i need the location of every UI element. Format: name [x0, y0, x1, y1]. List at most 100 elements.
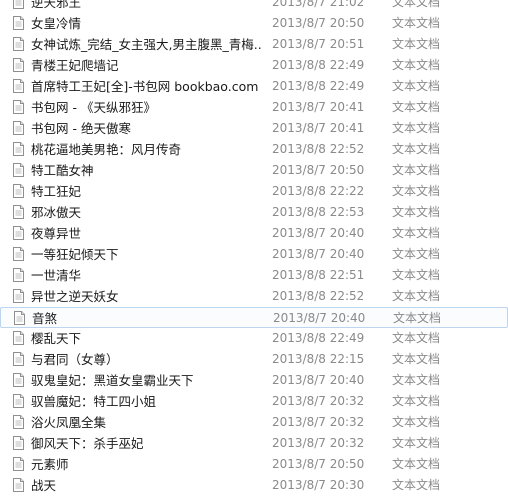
file-modified-date: 2013/8/7 20:41 — [272, 121, 365, 135]
file-row[interactable]: 与君同（女尊） 2013/8/8 22:15 文本文档 — [0, 349, 508, 370]
file-type: 文本文档 — [392, 394, 441, 408]
file-name: 书包网 - 《天纵邪狂》 — [31, 100, 156, 115]
text-document-icon — [13, 436, 24, 450]
file-type: 文本文档 — [392, 373, 441, 387]
text-document-icon — [14, 311, 25, 325]
file-name: 女皇冷情 — [31, 16, 82, 31]
file-type: 文本文档 — [392, 0, 441, 9]
file-row[interactable]: 书包网 - 绝天傲寒 2013/8/7 20:41 文本文档 — [0, 118, 508, 139]
file-name: 特工狂妃 — [31, 184, 82, 199]
file-type: 文本文档 — [392, 352, 441, 366]
file-type: 文本文档 — [392, 478, 441, 492]
file-modified-date: 2013/8/7 20:50 — [272, 16, 365, 30]
file-row[interactable]: 一等狂妃倾天下 2013/8/7 20:40 文本文档 — [0, 244, 508, 265]
file-modified-date: 2013/8/8 22:49 — [272, 58, 365, 72]
file-row[interactable]: 元素师 2013/8/7 20:50 文本文档 — [0, 454, 508, 475]
file-modified-date: 2013/8/7 20:50 — [272, 457, 365, 471]
text-document-icon — [13, 394, 24, 408]
file-name: 书包网 - 绝天傲寒 — [31, 121, 131, 136]
file-type: 文本文档 — [392, 121, 441, 135]
file-row[interactable]: 女皇冷情 2013/8/7 20:50 文本文档 — [0, 13, 508, 34]
file-modified-date: 2013/8/8 22:49 — [272, 331, 365, 345]
file-type: 文本文档 — [392, 436, 441, 450]
file-row[interactable]: 异世之逆天妖女 2013/8/8 22:52 文本文档 — [0, 286, 508, 307]
file-row[interactable]: 特工狂妃 2013/8/8 22:22 文本文档 — [0, 181, 508, 202]
file-row[interactable]: 一世清华 2013/8/8 22:51 文本文档 — [0, 265, 508, 286]
file-type: 文本文档 — [392, 247, 441, 261]
file-row[interactable]: 青楼王妃爬墙记 2013/8/8 22:49 文本文档 — [0, 55, 508, 76]
file-row[interactable]: 驭兽魔妃：特工四小姐 2013/8/7 20:32 文本文档 — [0, 391, 508, 412]
file-row[interactable]: 特工酷女神 2013/8/7 20:50 文本文档 — [0, 160, 508, 181]
file-type: 文本文档 — [393, 311, 442, 325]
file-modified-date: 2013/8/8 22:53 — [272, 205, 365, 219]
file-modified-date: 2013/8/7 20:40 — [272, 247, 365, 261]
file-modified-date: 2013/8/8 22:51 — [272, 268, 365, 282]
file-row[interactable]: 逆天邪王 2013/8/7 21:02 文本文档 — [0, 0, 508, 13]
text-document-icon — [13, 184, 24, 198]
file-row[interactable]: 战天 2013/8/7 20:30 文本文档 — [0, 475, 508, 496]
file-list: 逆天邪王 2013/8/7 21:02 文本文档 女皇冷情 2013/8/7 2… — [0, 0, 508, 500]
file-name: 浴火凤凰全集 — [31, 415, 107, 430]
file-type: 文本文档 — [392, 142, 441, 156]
file-type: 文本文档 — [392, 16, 441, 30]
file-modified-date: 2013/8/8 22:22 — [272, 184, 365, 198]
file-name: 驭鬼皇妃：黑道女皇霸业天下 — [31, 373, 194, 388]
file-modified-date: 2013/8/7 20:50 — [272, 163, 365, 177]
file-name: 桃花逼地美男艳：风月传奇 — [31, 142, 182, 157]
text-document-icon — [13, 247, 24, 261]
file-row[interactable]: 夜尊异世 2013/8/7 20:40 文本文档 — [0, 223, 508, 244]
file-modified-date: 2013/8/7 20:40 — [273, 311, 366, 325]
file-name: 青楼王妃爬墙记 — [31, 58, 119, 73]
file-name: 樱乱天下 — [31, 331, 82, 346]
text-document-icon — [13, 415, 24, 429]
file-name: 异世之逆天妖女 — [31, 289, 119, 304]
file-row[interactable]: 女神试炼_完结_女主强大,男主腹黑_青梅... 2013/8/7 20:51 文… — [0, 34, 508, 55]
file-type: 文本文档 — [392, 268, 441, 282]
text-document-icon — [13, 79, 24, 93]
file-modified-date: 2013/8/7 20:40 — [272, 226, 365, 240]
text-document-icon — [13, 37, 24, 51]
file-row[interactable]: 驭鬼皇妃：黑道女皇霸业天下 2013/8/7 20:40 文本文档 — [0, 370, 508, 391]
file-name: 一世清华 — [31, 268, 82, 283]
file-type: 文本文档 — [392, 205, 441, 219]
file-modified-date: 2013/8/7 20:41 — [272, 100, 365, 114]
file-row[interactable]: 书包网 - 《天纵邪狂》 2013/8/7 20:41 文本文档 — [0, 97, 508, 118]
file-name: 首席特工王妃[全]-书包网 bookbao.com — [31, 79, 259, 94]
file-row[interactable]: 音煞 2013/8/7 20:40 文本文档 — [0, 307, 508, 328]
file-type: 文本文档 — [392, 184, 441, 198]
text-document-icon — [13, 268, 24, 282]
text-document-icon — [13, 58, 24, 72]
file-type: 文本文档 — [392, 79, 441, 93]
file-name: 逆天邪王 — [31, 0, 82, 10]
file-name: 女神试炼_完结_女主强大,男主腹黑_青梅... — [31, 37, 261, 52]
text-document-icon — [13, 0, 24, 9]
file-type: 文本文档 — [392, 163, 441, 177]
file-row[interactable]: 首席特工王妃[全]-书包网 bookbao.com 2013/8/8 22:49… — [0, 76, 508, 97]
file-modified-date: 2013/8/7 20:32 — [272, 415, 365, 429]
file-name: 驭兽魔妃：特工四小姐 — [31, 394, 157, 409]
file-name: 元素师 — [31, 457, 69, 472]
file-modified-date: 2013/8/7 20:30 — [272, 478, 365, 492]
file-type: 文本文档 — [392, 415, 441, 429]
file-modified-date: 2013/8/8 22:52 — [272, 142, 365, 156]
file-modified-date: 2013/8/7 20:32 — [272, 394, 365, 408]
file-modified-date: 2013/8/8 22:15 — [272, 352, 365, 366]
file-modified-date: 2013/8/7 20:32 — [272, 436, 365, 450]
file-row[interactable]: 御风天下：杀手巫妃 2013/8/7 20:32 文本文档 — [0, 433, 508, 454]
file-modified-date: 2013/8/7 20:51 — [272, 37, 365, 51]
file-type: 文本文档 — [392, 457, 441, 471]
text-document-icon — [13, 163, 24, 177]
text-document-icon — [13, 121, 24, 135]
file-modified-date: 2013/8/7 21:02 — [272, 0, 365, 9]
file-row[interactable]: 樱乱天下 2013/8/8 22:49 文本文档 — [0, 328, 508, 349]
file-row[interactable]: 浴火凤凰全集 2013/8/7 20:32 文本文档 — [0, 412, 508, 433]
text-document-icon — [13, 289, 24, 303]
text-document-icon — [13, 352, 24, 366]
file-type: 文本文档 — [392, 331, 441, 345]
file-rows: 逆天邪王 2013/8/7 21:02 文本文档 女皇冷情 2013/8/7 2… — [0, 0, 508, 496]
file-name: 邪冰傲天 — [31, 205, 82, 220]
text-document-icon — [13, 373, 24, 387]
file-type: 文本文档 — [392, 58, 441, 72]
file-row[interactable]: 桃花逼地美男艳：风月传奇 2013/8/8 22:52 文本文档 — [0, 139, 508, 160]
file-row[interactable]: 邪冰傲天 2013/8/8 22:53 文本文档 — [0, 202, 508, 223]
